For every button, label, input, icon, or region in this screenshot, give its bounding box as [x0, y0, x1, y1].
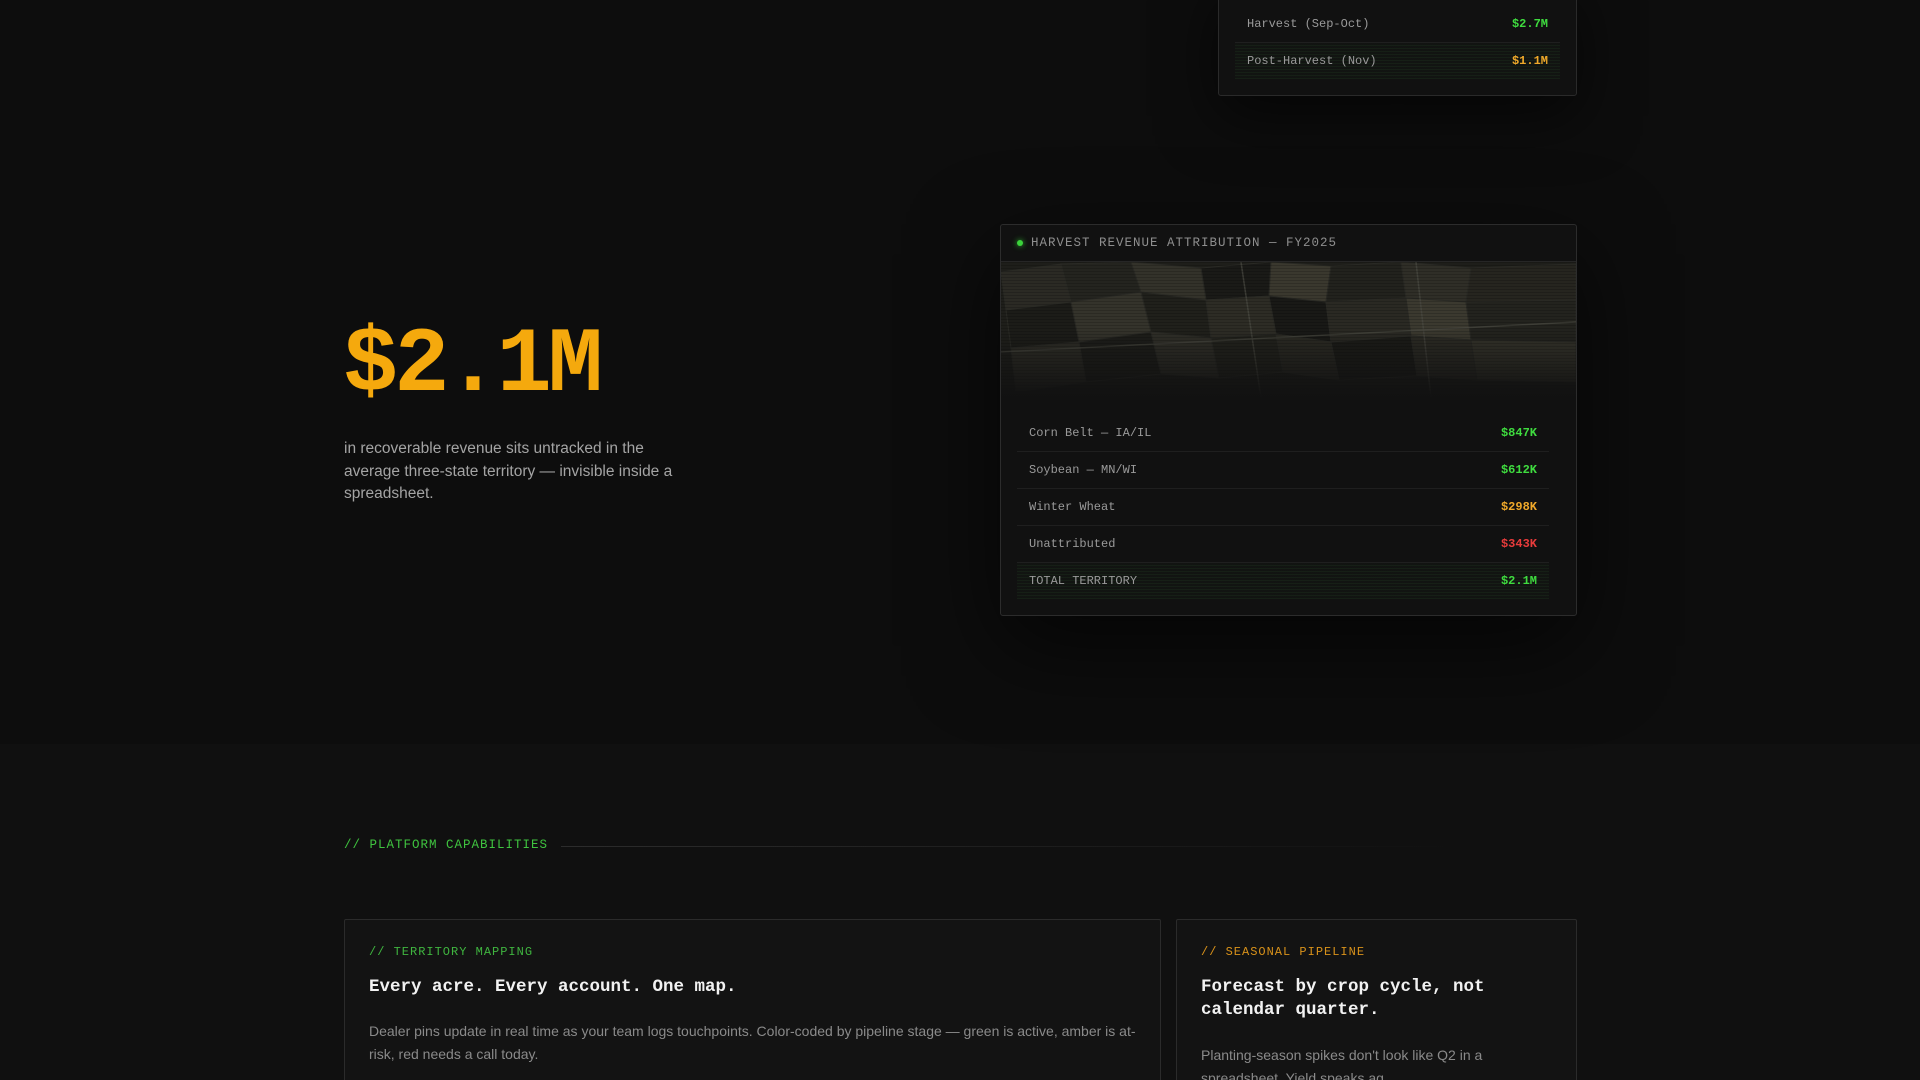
row-value: $2.7M — [1511, 17, 1548, 31]
row-value: $847K — [1500, 426, 1537, 440]
table-row: Soybean — MN/WI $612K — [1017, 452, 1549, 489]
feature-card-seasonal-pipeline: // SEASONAL PIPELINE Forecast by crop cy… — [1176, 919, 1577, 1080]
hero-description: in recoverable revenue sits untracked in… — [344, 440, 673, 502]
row-value: $612K — [1500, 463, 1537, 477]
feature-kicker: // TERRITORY MAPPING — [369, 945, 534, 959]
table-row: Harvest (Sep-Oct) $2.7M — [1235, 6, 1560, 43]
row-value: $1.1M — [1511, 54, 1548, 68]
row-label: Corn Belt — IA/IL — [1029, 426, 1152, 440]
feature-headline: Forecast by crop cycle, not calendar qua… — [1201, 977, 1485, 1020]
feature-body: Dealer pins update in real time as your … — [369, 1023, 1136, 1062]
image-fade — [1001, 328, 1576, 398]
row-value: $343K — [1500, 537, 1537, 551]
section-divider — [561, 846, 1461, 847]
table-row: Unattributed $343K — [1017, 526, 1549, 563]
row-label: Post-Harvest (Nov) — [1247, 54, 1377, 68]
row-label: Unattributed — [1029, 537, 1116, 551]
row-label: Winter Wheat — [1029, 500, 1116, 514]
farmland-map-image — [1001, 262, 1576, 398]
feature-card-territory-mapping: // TERRITORY MAPPING Every acre. Every a… — [344, 919, 1161, 1080]
revenue-attribution-card: HARVEST REVENUE ATTRIBUTION — FY2025 Cor… — [1000, 224, 1577, 616]
card-title: HARVEST REVENUE ATTRIBUTION — FY2025 — [1031, 236, 1338, 250]
seasonal-revenue-rows: Harvest (Sep-Oct) $2.7M Post-Harvest (No… — [1235, 6, 1560, 79]
table-row: Post-Harvest (Nov) $1.1M — [1235, 43, 1560, 79]
feature-headline: Every acre. Every account. One map. — [369, 977, 737, 997]
card-header: HARVEST REVENUE ATTRIBUTION — FY2025 — [1001, 225, 1576, 262]
section-label: // PLATFORM CAPABILITIES — [344, 838, 549, 852]
row-label: TOTAL TERRITORY — [1029, 574, 1138, 588]
feature-kicker: // SEASONAL PIPELINE — [1201, 945, 1366, 959]
row-value: $298K — [1500, 500, 1537, 514]
status-dot-icon — [1017, 240, 1023, 246]
attribution-rows: Corn Belt — IA/IL $847K Soybean — MN/WI … — [1017, 415, 1549, 599]
row-value: $2.1M — [1500, 574, 1537, 588]
page: Harvest (Sep-Oct) $2.7M Post-Harvest (No… — [0, 0, 1920, 1080]
row-label: Harvest (Sep-Oct) — [1247, 17, 1370, 31]
hero-stat: $2.1M — [343, 313, 603, 418]
total-row: TOTAL TERRITORY $2.1M — [1017, 563, 1549, 599]
row-label: Soybean — MN/WI — [1029, 463, 1138, 477]
hero-section — [0, 0, 1920, 744]
feature-body: Planting-season spikes don't look like Q… — [1201, 1047, 1483, 1080]
table-row: Corn Belt — IA/IL $847K — [1017, 415, 1549, 452]
seasonal-revenue-card: Harvest (Sep-Oct) $2.7M Post-Harvest (No… — [1218, 0, 1577, 96]
table-row: Winter Wheat $298K — [1017, 489, 1549, 526]
